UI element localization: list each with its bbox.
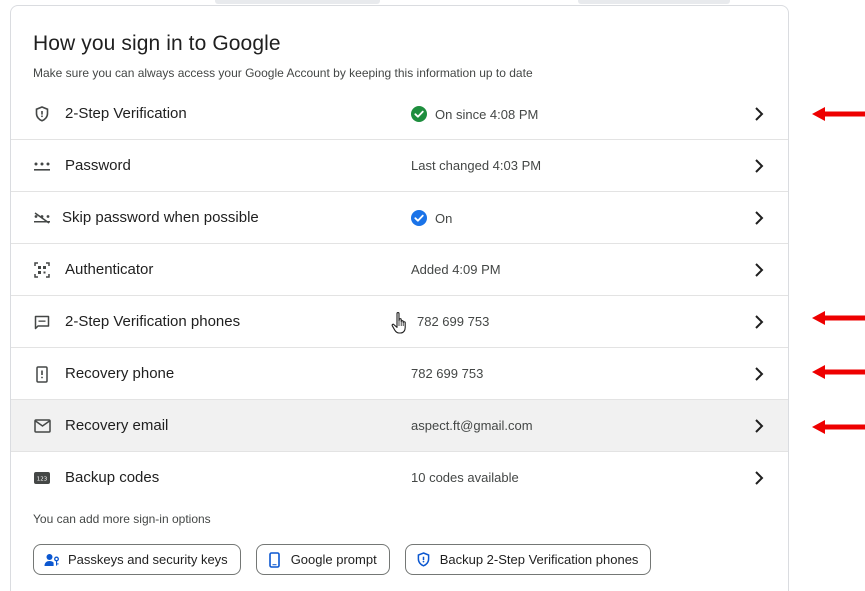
signin-methods-list: 2-Step Verification On since 4:08 PM Pas… — [11, 88, 788, 504]
shield-icon — [33, 105, 51, 123]
row-label: Password — [65, 157, 131, 174]
mail-icon — [33, 417, 51, 435]
row-label: 2-Step Verification — [65, 105, 187, 122]
message-icon — [33, 313, 51, 331]
row-authenticator[interactable]: Authenticator Added 4:09 PM — [11, 244, 788, 296]
row-value: 782 699 753 — [411, 366, 483, 381]
sign-in-option-chips: Passkeys and security keys Google prompt… — [33, 544, 652, 575]
top-bar-segment — [578, 0, 730, 4]
password-dots-icon — [33, 157, 51, 175]
row-value: Last changed 4:03 PM — [411, 158, 541, 173]
row-value: 10 codes available — [411, 470, 519, 485]
row-skip-password[interactable]: Skip password when possible On — [11, 192, 788, 244]
card-title: How you sign in to Google — [33, 32, 281, 55]
row-password[interactable]: Password Last changed 4:03 PM — [11, 140, 788, 192]
chevron-right-icon[interactable] — [749, 364, 769, 384]
red-arrow-icon — [812, 311, 865, 325]
phone-icon — [33, 365, 51, 383]
more-options-text: You can add more sign-in options — [33, 512, 211, 526]
row-value-text: Last changed 4:03 PM — [411, 158, 542, 173]
row-recovery-email[interactable]: Recovery email aspect.ft@gmail.com — [11, 400, 788, 452]
backup-codes-icon: 123 — [33, 469, 51, 487]
row-value: On — [411, 210, 452, 226]
row-value-text: On since 4:08 PM — [435, 106, 539, 122]
chip-label: Backup 2-Step Verification phones — [439, 552, 639, 567]
row-value-text: On — [435, 210, 453, 226]
chevron-right-icon[interactable] — [749, 208, 769, 228]
red-arrow-icon — [812, 420, 865, 434]
row-value: Added 4:09 PM — [411, 262, 501, 277]
row-value-text: 782 699 753 — [417, 314, 490, 329]
chip-label: Passkeys and security keys — [68, 552, 228, 567]
card-subtitle: Make sure you can always access your Goo… — [33, 66, 533, 80]
chevron-right-icon[interactable] — [749, 156, 769, 176]
chevron-right-icon[interactable] — [749, 468, 769, 488]
signin-card: How you sign in to Google Make sure you … — [10, 5, 789, 591]
row-value-text: Added 4:09 PM — [411, 262, 501, 277]
row-value: On since 4:08 PM — [411, 106, 538, 122]
backup-2sv-phones-chip[interactable]: Backup 2-Step Verification phones — [404, 544, 652, 575]
row-label: Recovery email — [65, 417, 169, 434]
shield-icon — [416, 552, 432, 568]
skip-password-icon — [33, 209, 51, 227]
row-value-text: 10 codes available — [411, 470, 519, 485]
chevron-right-icon[interactable] — [749, 416, 769, 436]
google-prompt-chip[interactable]: Google prompt — [255, 544, 390, 575]
row-label: Skip password when possible — [62, 209, 259, 226]
chevron-right-icon[interactable] — [749, 104, 769, 124]
row-label: Recovery phone — [65, 365, 175, 382]
passkeys-chip[interactable]: Passkeys and security keys — [33, 544, 241, 575]
red-arrow-icon — [812, 365, 865, 379]
svg-text:123: 123 — [37, 476, 48, 482]
row-2-step-verification[interactable]: 2-Step Verification On since 4:08 PM — [11, 88, 788, 140]
passkey-icon — [44, 552, 60, 568]
row-recovery-phone[interactable]: Recovery phone 782 699 753 — [11, 348, 788, 400]
blue-check-icon — [411, 210, 427, 226]
device-icon — [267, 551, 283, 568]
row-value-text: 782 699 753 — [411, 366, 484, 381]
hand-cursor-icon — [391, 312, 406, 334]
authenticator-icon — [33, 261, 51, 279]
row-value: aspect.ft@gmail.com — [411, 418, 533, 433]
row-label: Backup codes — [65, 469, 160, 486]
chip-label: Google prompt — [290, 552, 377, 567]
row-value: 782 699 753 — [417, 314, 489, 329]
top-bar-segment — [215, 0, 380, 4]
row-label: 2-Step Verification phones — [65, 313, 241, 330]
chevron-right-icon[interactable] — [749, 260, 769, 280]
row-label: Authenticator — [65, 261, 154, 278]
green-check-icon — [411, 106, 427, 122]
row-value-text: aspect.ft@gmail.com — [411, 418, 533, 433]
red-arrow-icon — [812, 107, 865, 121]
row-backup-codes[interactable]: 123 Backup codes 10 codes available — [11, 452, 788, 504]
chevron-right-icon[interactable] — [749, 312, 769, 332]
